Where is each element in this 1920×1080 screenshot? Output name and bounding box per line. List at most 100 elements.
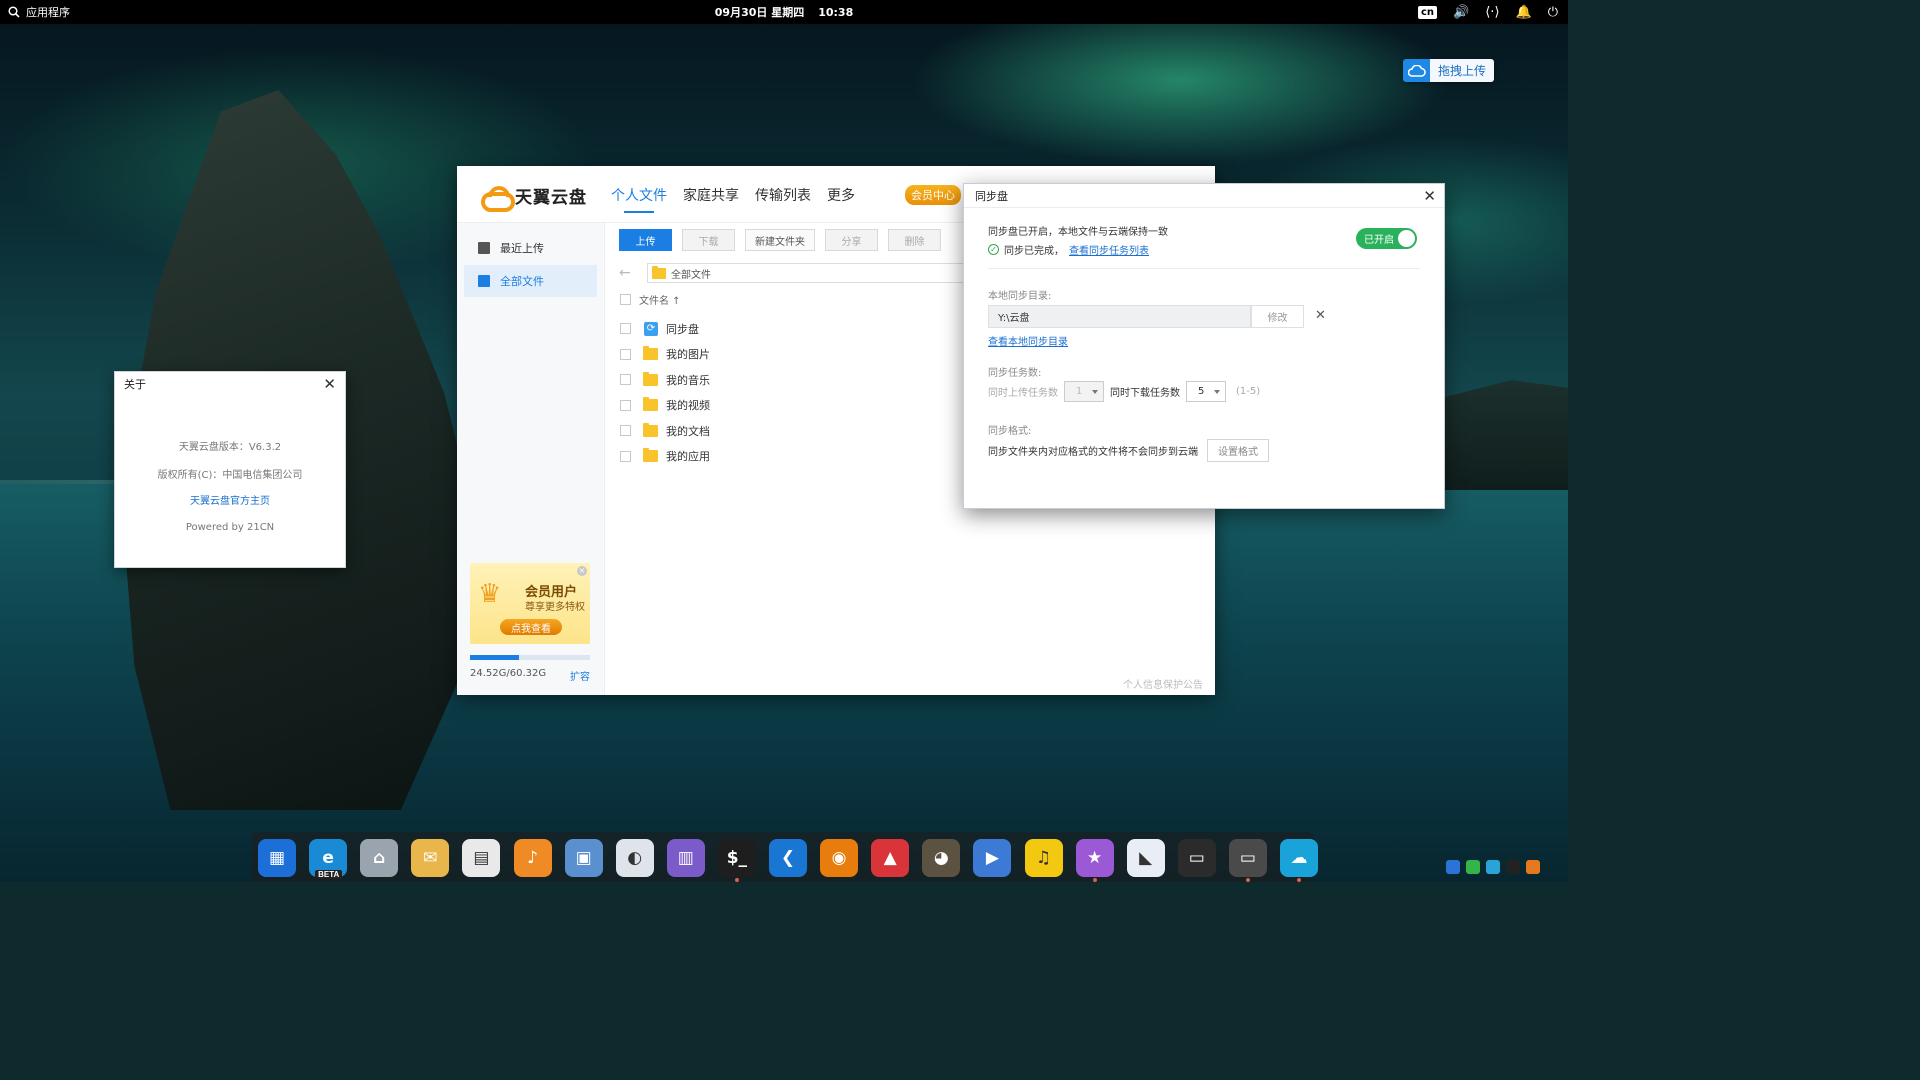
row-checkbox[interactable] (620, 348, 631, 360)
clock-date[interactable]: 09月30日 星期四 (715, 4, 804, 20)
download-tasks-select[interactable]: 5 (1186, 381, 1226, 402)
nav-personal-files[interactable]: 个人文件 (611, 185, 667, 213)
view-task-list-link[interactable]: 查看同步任务列表 (1069, 242, 1149, 257)
clock-time[interactable]: 10:38 (818, 6, 853, 19)
multitasking-view-icon[interactable]: ▦ (258, 839, 296, 877)
drag-upload-widget[interactable]: 拖拽上传 (1403, 59, 1495, 82)
tianyi-cloud-icon[interactable]: ☁ (1280, 839, 1318, 877)
close-icon[interactable]: ✕ (1423, 187, 1436, 205)
dialog-titlebar: 同步盘 (964, 184, 1444, 208)
dialog-titlebar: 关于 (115, 372, 345, 396)
file-name: 我的文档 (666, 424, 710, 438)
vip-promo-banner[interactable]: ♛ 会员用户 尊享更多特权 点我查看 × (470, 563, 590, 644)
edge-beta-browser-icon[interactable]: e BETA (309, 839, 348, 879)
sync-folder-icon: ⟳ (644, 321, 658, 336)
file-list: ⟳ 同步盘 我的图片 我的音乐 我的视频 我的文档 我的应用 (620, 316, 920, 469)
privacy-notice-link[interactable]: 个人信息保护公告 (1123, 676, 1203, 691)
app-a-icon[interactable]: ▲ (871, 839, 910, 877)
list-item[interactable]: 我的图片 (620, 342, 920, 368)
upload-tasks-select[interactable]: 1 (1064, 381, 1104, 402)
list-item[interactable]: 我的音乐 (620, 367, 920, 393)
new-folder-button[interactable]: 新建文件夹 (745, 229, 815, 251)
row-checkbox[interactable] (620, 450, 631, 462)
download-button[interactable]: 下载 (682, 229, 735, 251)
sidebar-item-recent-uploads[interactable]: 最近上传 (464, 232, 597, 264)
local-dir-field[interactable]: Y:\云盘 (988, 305, 1251, 328)
view-local-dir-link[interactable]: 查看本地同步目录 (988, 333, 1068, 348)
sync-toggle[interactable]: 已开启 (1356, 228, 1417, 249)
applications-menu[interactable]: 应用程序 (8, 0, 70, 24)
row-checkbox[interactable] (620, 425, 631, 437)
app-logo: 天翼云盘 (479, 183, 587, 212)
storage-quota-bar (470, 655, 590, 660)
display-icon[interactable]: ▭ (1228, 839, 1267, 877)
wechat-icon[interactable] (1466, 860, 1480, 874)
running-indicator (734, 878, 739, 882)
vscode-icon[interactable]: ❮ (769, 839, 807, 877)
feishu-icon[interactable]: ◣ (1126, 839, 1165, 877)
row-checkbox[interactable] (620, 399, 631, 411)
star-app-icon[interactable]: ★ (1075, 839, 1114, 877)
list-item[interactable]: ⟳ 同步盘 (620, 316, 920, 342)
nav-family-share[interactable]: 家庭共享 (683, 185, 739, 213)
clear-dir-icon[interactable]: ✕ (1315, 308, 1326, 323)
notification-bell-icon[interactable]: 🔔 (1516, 5, 1532, 20)
set-format-button[interactable]: 设置格式 (1207, 439, 1269, 462)
promo-view-button[interactable]: 点我查看 (500, 619, 562, 635)
scrcpy-icon[interactable]: ▶ (973, 839, 1012, 877)
local-dir-label: 本地同步目录: (988, 291, 1052, 302)
volume-icon[interactable]: 🔊 (1453, 5, 1469, 20)
list-item[interactable]: 我的应用 (620, 444, 920, 470)
control-center-icon[interactable]: ◐ (615, 839, 654, 877)
terminal-icon[interactable]: $_ (717, 839, 756, 877)
home-files-icon[interactable]: ⌂ (360, 839, 399, 877)
breadcrumb[interactable]: 全部文件 (647, 263, 977, 283)
select-all-checkbox[interactable] (620, 294, 631, 305)
gimp-icon[interactable]: ◕ (922, 839, 961, 877)
clock: 09月30日 星期四 10:38 (0, 0, 1568, 24)
sync-done-text: 同步已完成， (1004, 246, 1064, 257)
network-icon[interactable]: ⟨·⟩ (1485, 5, 1499, 20)
version-text: 天翼云盘版本：V6.3.2 (178, 442, 282, 453)
modify-dir-button[interactable]: 修改 (1251, 305, 1304, 328)
deepin-terminal-icon[interactable]: ▭ (1177, 839, 1216, 877)
power-icon[interactable]: ⏻ (1548, 5, 1558, 20)
blender-icon[interactable]: ◉ (820, 839, 859, 877)
cloud-tray-icon[interactable] (1486, 860, 1500, 874)
calendar-icon[interactable]: ▤ (462, 839, 501, 877)
row-checkbox[interactable] (620, 323, 631, 335)
sync-done-row: ✓ 同步已完成， 查看同步任务列表 (988, 242, 1149, 257)
upload-tasks-label: 同时上传任务数 (988, 388, 1058, 399)
sidebar-item-all-files[interactable]: 全部文件 (464, 265, 597, 297)
share-button[interactable]: 分享 (825, 229, 878, 251)
task-range-hint: (1-5) (1236, 386, 1261, 397)
qq-icon[interactable] (1506, 860, 1520, 874)
chevron-down-icon (1092, 389, 1098, 394)
divider (988, 268, 1420, 269)
nav-more[interactable]: 更多 (827, 185, 855, 213)
upload-button[interactable]: 上传 (619, 229, 672, 251)
tray-app-icon[interactable] (1446, 860, 1460, 874)
vip-center-button[interactable]: 会员中心 (905, 185, 961, 205)
column-file-name[interactable]: 文件名 ↑ (639, 292, 681, 307)
image-viewer-icon[interactable]: ▣ (564, 839, 603, 877)
official-homepage-link[interactable]: 天翼云盘官方主页 (115, 492, 345, 507)
mail-icon[interactable]: ✉ (411, 839, 450, 877)
tray-update-icon[interactable] (1526, 860, 1540, 874)
top-panel: 应用程序 09月30日 星期四 10:38 cn 🔊 ⟨·⟩ 🔔 ⏻ (0, 0, 1568, 24)
back-arrow-icon[interactable]: ← (619, 265, 639, 281)
file-toolbar: 上传 下载 新建文件夹 分享 删除 (619, 229, 941, 251)
list-item[interactable]: 我的视频 (620, 393, 920, 419)
input-method-indicator[interactable]: cn (1418, 5, 1438, 19)
delete-button[interactable]: 删除 (888, 229, 941, 251)
close-icon[interactable]: ✕ (323, 375, 336, 393)
qq-music-icon[interactable]: ♫ (1024, 839, 1063, 877)
app-store-icon[interactable]: ▥ (666, 839, 705, 877)
download-tasks-value: 5 (1198, 386, 1205, 397)
list-item[interactable]: 我的文档 (620, 418, 920, 444)
music-icon[interactable]: ♪ (513, 839, 552, 877)
expand-storage-link[interactable]: 扩容 (570, 668, 590, 683)
promo-close-icon[interactable]: × (577, 566, 587, 576)
row-checkbox[interactable] (620, 374, 631, 386)
nav-transfer-list[interactable]: 传输列表 (755, 185, 811, 213)
